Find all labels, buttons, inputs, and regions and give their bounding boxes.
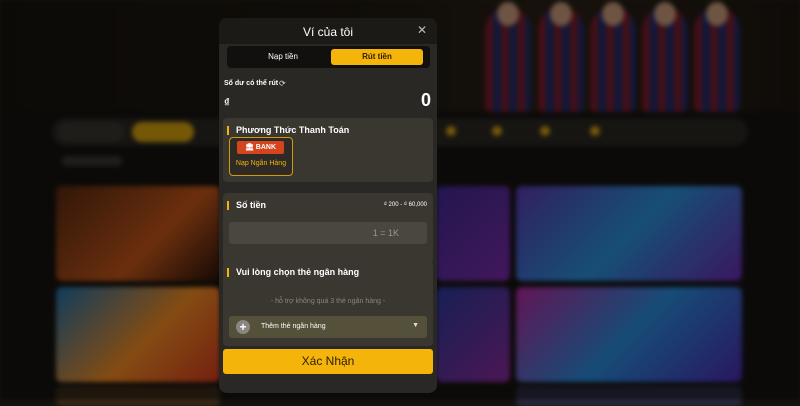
add-bank-card-select[interactable]: + Thêm thẻ ngân hàng ▼ (229, 316, 427, 338)
close-icon[interactable]: ✕ (415, 23, 429, 37)
bank-logo-text: BANK (255, 144, 277, 151)
payment-method-section: Phương Thức Thanh Toán 🏛 BANK Nạp Ngân H… (223, 118, 433, 182)
refresh-icon[interactable]: ⟳ (279, 79, 286, 88)
amount-title: Số tiền (236, 200, 267, 210)
amount-range: ₫ 200 - ₫ 60,000 (383, 202, 427, 208)
confirm-button[interactable]: Xác Nhận (223, 349, 433, 374)
tab-deposit[interactable]: Nạp tiền (237, 49, 329, 65)
amount-input[interactable]: 1 = 1K (229, 222, 427, 244)
section-accent-bar (227, 268, 229, 277)
modal-title: Ví của tôi (302, 25, 354, 39)
bank-icon: 🏛 BANK (237, 141, 284, 154)
add-bank-card-label: Thêm thẻ ngân hàng (261, 323, 326, 330)
section-accent-bar (227, 201, 229, 210)
chevron-down-icon: ▼ (412, 322, 419, 329)
amount-section: Số tiền ₫ 200 - ₫ 60,000 1 = 1K (223, 193, 433, 263)
section-accent-bar (227, 126, 229, 135)
payment-method-title: Phương Thức Thanh Toán (236, 125, 350, 135)
bank-option-label: Nạp Ngân Hàng (235, 160, 287, 167)
balance-label: Số dư có thể rút (224, 80, 279, 87)
bank-option[interactable]: 🏛 BANK Nạp Ngân Hàng (229, 137, 293, 176)
wallet-modal: Ví của tôi ✕ Nạp tiền Rút tiền Số dư có … (219, 18, 437, 393)
balance-value: 0 (420, 90, 431, 110)
bank-card-title: Vui lòng chọn thẻ ngân hàng (236, 267, 360, 277)
currency-symbol: ₫ (224, 97, 230, 109)
plus-icon: + (236, 320, 250, 334)
modal-header: Ví của tôi ✕ (219, 18, 437, 44)
tab-withdraw[interactable]: Rút tiền (331, 49, 423, 65)
bank-card-section: Vui lòng chọn thẻ ngân hàng - hỗ trợ khô… (223, 260, 433, 346)
wallet-tabs: Nạp tiền Rút tiền (227, 46, 430, 68)
bank-card-hint: - hỗ trợ không quá 3 thẻ ngân hàng - (270, 298, 386, 305)
